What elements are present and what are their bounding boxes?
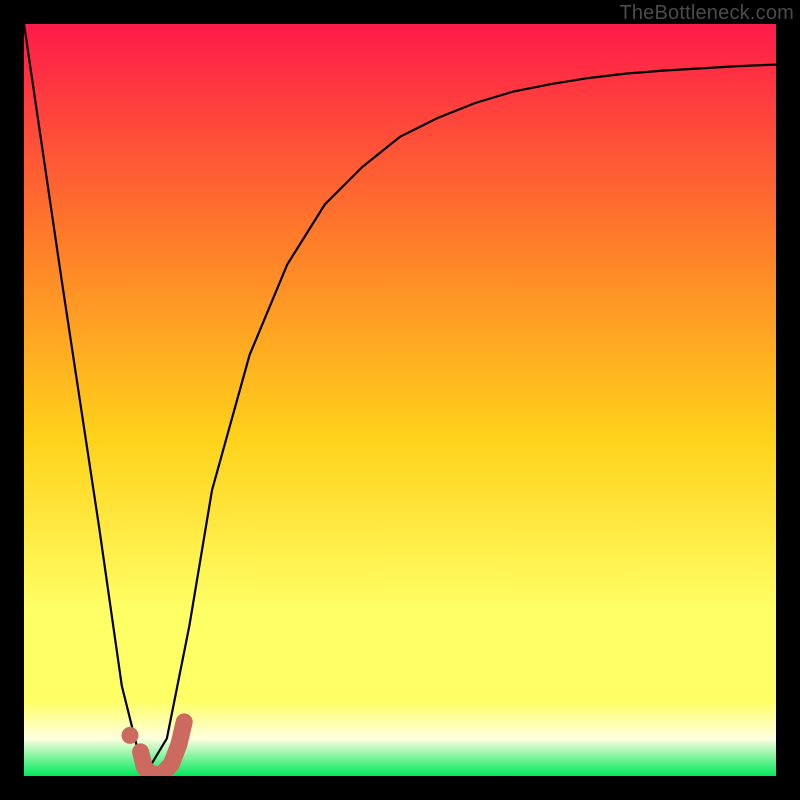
watermark-text: TheBottleneck.com	[619, 2, 794, 25]
chart-svg	[24, 24, 776, 776]
frame-right	[776, 0, 800, 800]
frame-left	[0, 0, 24, 800]
frame-bottom	[0, 776, 800, 800]
plot-area	[24, 24, 776, 776]
marker-dot	[122, 727, 139, 744]
